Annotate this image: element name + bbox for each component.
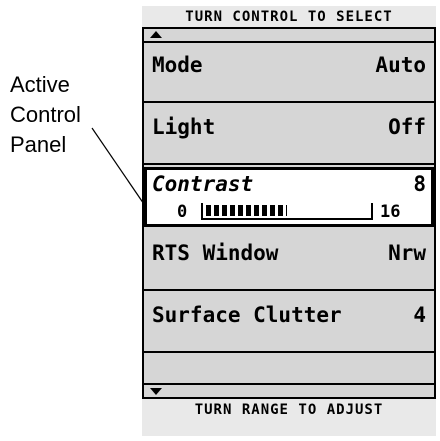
control-label: Mode (152, 53, 203, 77)
contrast-min-label: 0 (177, 202, 188, 222)
select-hint: TURN CONTROL TO SELECT (185, 9, 393, 25)
triangle-down-icon (150, 388, 162, 395)
scroll-down-indicator[interactable] (144, 383, 434, 397)
control-value: Auto (375, 53, 426, 77)
control-list: Mode Auto Light Off Contrast 8 0 16 RTS … (142, 27, 436, 399)
control-row-contrast[interactable]: Contrast 8 0 16 (144, 167, 434, 227)
control-row-surface-clutter[interactable]: Surface Clutter 4 (144, 293, 434, 353)
control-label: RTS Window (152, 241, 279, 265)
control-value: Nrw (388, 241, 426, 265)
contrast-max-label: 16 (380, 202, 401, 222)
menu-screen: TURN CONTROL TO SELECT Mode Auto Light O… (142, 6, 436, 436)
control-label: Light (152, 115, 216, 139)
control-row-rts-window[interactable]: RTS Window Nrw (144, 231, 434, 291)
control-value: 4 (413, 303, 426, 327)
adjust-hint: TURN RANGE TO ADJUST (194, 402, 384, 418)
triangle-up-icon (150, 31, 162, 38)
scroll-up-indicator[interactable] (144, 29, 434, 43)
control-label: Surface Clutter (152, 303, 342, 327)
contrast-level-fill (206, 205, 287, 216)
control-value: Off (388, 115, 426, 139)
control-row-mode[interactable]: Mode Auto (144, 43, 434, 103)
control-label: Contrast (152, 172, 254, 196)
control-row-light[interactable]: Light Off (144, 105, 434, 165)
contrast-level-bar[interactable] (201, 203, 373, 220)
control-value: 8 (413, 172, 426, 196)
